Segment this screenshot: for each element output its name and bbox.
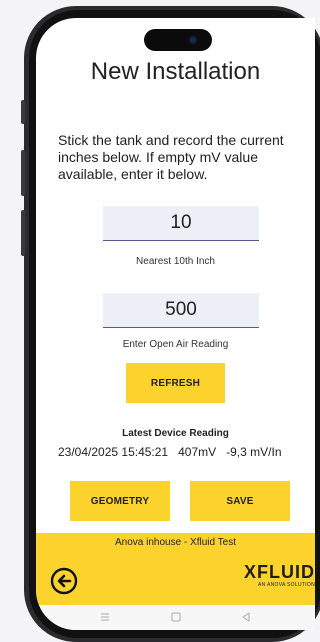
menu-lines-icon[interactable] <box>98 610 112 624</box>
save-button[interactable]: SAVE <box>190 481 290 521</box>
logo-wordmark: XFLUID <box>244 562 315 582</box>
geometry-button[interactable]: GEOMETRY <box>70 481 170 521</box>
phone-volume-down-button <box>21 210 25 256</box>
inches-input[interactable] <box>103 206 259 241</box>
instructions-text: Stick the tank and record the current in… <box>58 132 284 182</box>
refresh-button[interactable]: REFRESH <box>126 363 225 403</box>
latest-reading-title: Latest Device Reading <box>122 428 229 439</box>
xfluid-logo: XFLUID AN ANOVA SOLUTION <box>244 563 315 588</box>
app-screen: New Installation Stick the tank and reco… <box>36 18 315 630</box>
camera-notch <box>144 29 212 51</box>
logo-tagline: AN ANOVA SOLUTION <box>258 582 315 588</box>
open-air-input[interactable] <box>103 293 259 328</box>
back-arrow-circle-icon[interactable] <box>50 567 78 595</box>
reading-millivolts: 407mV <box>178 445 217 459</box>
footer-text: Anova inhouse - Xfluid Test <box>114 537 236 548</box>
inches-caption: Nearest 10th Inch <box>136 256 215 267</box>
triangle-back-icon[interactable] <box>239 610 253 624</box>
open-air-caption: Enter Open Air Reading <box>122 339 229 350</box>
front-camera-icon <box>188 35 198 45</box>
page-title: New Installation <box>90 58 261 85</box>
phone-side-button <box>21 100 25 124</box>
system-nav-bar <box>36 605 315 630</box>
reading-slope: -9,3 mV/In <box>226 445 282 459</box>
square-home-icon[interactable] <box>169 610 183 624</box>
reading-timestamp: 23/04/2025 15:45:21 <box>58 445 169 459</box>
app-footer: Anova inhouse - Xfluid Test XFLUID AN AN… <box>36 533 315 605</box>
phone-volume-up-button <box>21 150 25 196</box>
latest-reading-row: 23/04/2025 15:45:21 407mV -9,3 mV/In <box>58 445 315 459</box>
